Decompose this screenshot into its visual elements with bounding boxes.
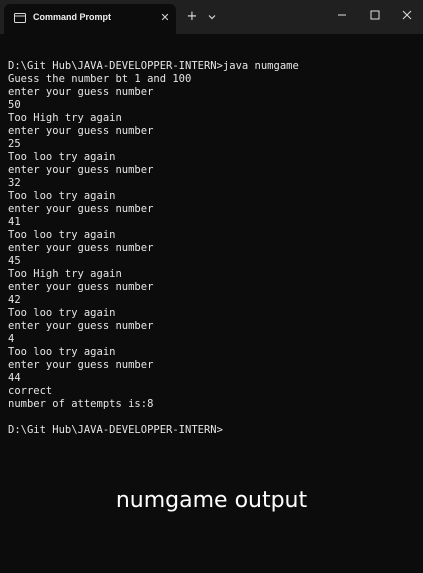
- console-line: Too loo try again: [8, 151, 116, 163]
- tab-command-prompt[interactable]: Command Prompt ✕: [4, 4, 176, 34]
- close-window-button[interactable]: [391, 2, 423, 30]
- console-line: enter your guess number: [8, 203, 154, 215]
- plus-icon: +: [186, 9, 198, 24]
- console-line: Too loo try again: [8, 346, 116, 358]
- console-line: D:\Git Hub\JAVA-DEVELOPPER-INTERN>: [8, 424, 223, 436]
- close-icon: [402, 10, 412, 20]
- console-line: 42: [8, 294, 21, 306]
- console-line: Too High try again: [8, 112, 122, 124]
- maximize-icon: [370, 10, 380, 20]
- terminal-window: Command Prompt ✕ + D:\Git Hub\JAVA-DEVEL…: [0, 0, 423, 573]
- console-line: 45: [8, 255, 21, 267]
- console-line: correct: [8, 385, 53, 397]
- console-line: Guess the number bt 1 and 100: [8, 73, 192, 85]
- console-line: 32: [8, 177, 21, 189]
- console-line: Too loo try again: [8, 229, 116, 241]
- console-line: number of attempts is:8: [8, 398, 154, 410]
- terminal-icon: [14, 13, 26, 23]
- tab-title: Command Prompt: [33, 12, 112, 22]
- title-bar[interactable]: Command Prompt ✕ +: [0, 0, 423, 34]
- console-line: enter your guess number: [8, 86, 154, 98]
- console-line: enter your guess number: [8, 281, 154, 293]
- console-line: enter your guess number: [8, 164, 154, 176]
- close-tab-button[interactable]: ✕: [158, 11, 172, 25]
- console-line: 41: [8, 216, 21, 228]
- caption: numgame output: [115, 488, 308, 513]
- console-line: enter your guess number: [8, 320, 154, 332]
- console-line: 50: [8, 99, 21, 111]
- chevron-down-icon[interactable]: [205, 10, 219, 24]
- console-output[interactable]: D:\Git Hub\JAVA-DEVELOPPER-INTERN>java n…: [8, 47, 299, 437]
- console-line: Too loo try again: [8, 190, 116, 202]
- new-tab-button[interactable]: +: [184, 9, 200, 25]
- console-line: enter your guess number: [8, 242, 154, 254]
- console-line: 25: [8, 138, 21, 150]
- maximize-button[interactable]: [359, 2, 391, 30]
- console-line: enter your guess number: [8, 359, 154, 371]
- console-line: 44: [8, 372, 21, 384]
- minimize-button[interactable]: [326, 2, 358, 30]
- console-line: D:\Git Hub\JAVA-DEVELOPPER-INTERN>java n…: [8, 60, 299, 72]
- console-line: enter your guess number: [8, 125, 154, 137]
- console-line: 4: [8, 333, 15, 345]
- console-line: Too loo try again: [8, 307, 116, 319]
- console-line: Too High try again: [8, 268, 122, 280]
- close-icon: ✕: [160, 11, 170, 24]
